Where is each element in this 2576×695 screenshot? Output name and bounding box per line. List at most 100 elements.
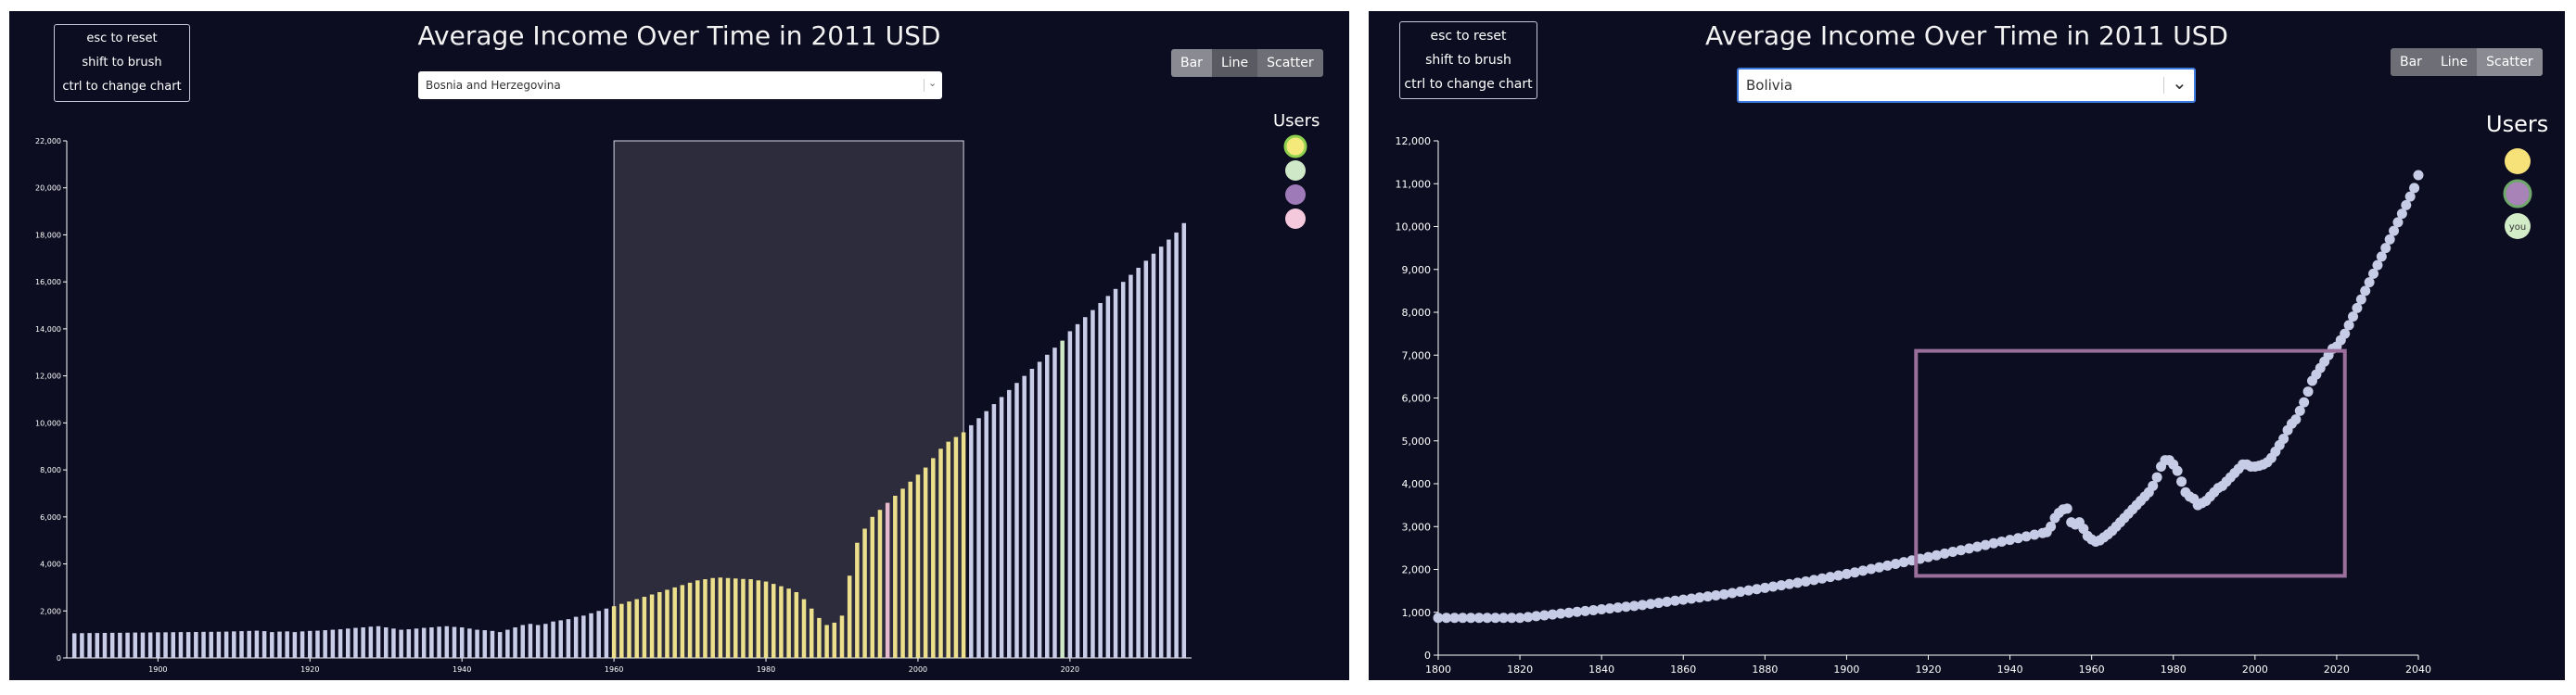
bar[interactable] [513, 627, 517, 658]
bar[interactable] [1098, 303, 1103, 658]
bar[interactable] [984, 411, 988, 658]
bar[interactable] [1113, 288, 1118, 658]
bar[interactable] [1060, 340, 1065, 658]
bar[interactable] [634, 599, 639, 658]
bar[interactable] [87, 633, 92, 658]
bar[interactable] [254, 630, 260, 658]
bar[interactable] [725, 577, 731, 658]
bar[interactable] [931, 458, 936, 658]
bar[interactable] [232, 631, 236, 658]
bar-chart[interactable]: 0 2,000 4,000 6,000 8,000 10,000 12,000 14,000 1… [9, 11, 1349, 680]
bar[interactable] [459, 627, 465, 658]
bar[interactable] [573, 616, 579, 658]
bar[interactable] [817, 617, 822, 658]
bar[interactable] [300, 631, 305, 658]
bar[interactable] [824, 625, 829, 658]
bar[interactable] [156, 632, 160, 658]
bar[interactable] [102, 632, 108, 658]
bar[interactable] [672, 587, 677, 658]
bar[interactable] [490, 630, 495, 658]
bar[interactable] [201, 631, 206, 658]
bar[interactable] [589, 613, 593, 658]
bar[interactable] [452, 626, 457, 658]
bar[interactable] [118, 632, 122, 658]
bar[interactable] [1129, 274, 1133, 658]
bar[interactable] [1052, 348, 1057, 658]
bar[interactable] [976, 418, 981, 658]
bar[interactable] [292, 632, 298, 658]
bar[interactable] [1037, 361, 1042, 658]
bar[interactable] [946, 441, 950, 658]
bar[interactable] [406, 629, 412, 658]
bar[interactable] [938, 449, 943, 658]
bar[interactable] [80, 633, 84, 658]
bar[interactable] [414, 628, 419, 658]
bar[interactable] [756, 580, 761, 658]
bar[interactable] [1151, 253, 1156, 658]
bar[interactable] [1136, 267, 1141, 658]
bar[interactable] [330, 629, 336, 658]
bar[interactable] [391, 628, 396, 658]
bar[interactable] [566, 619, 571, 658]
bar[interactable] [323, 630, 327, 658]
bar[interactable] [1120, 282, 1126, 658]
bar[interactable] [832, 622, 837, 658]
bar[interactable] [862, 528, 867, 659]
data-point[interactable] [2151, 472, 2162, 483]
bar[interactable] [908, 481, 913, 658]
bar[interactable] [779, 586, 784, 658]
bar[interactable] [1167, 239, 1171, 658]
bar[interactable] [741, 578, 746, 658]
bar[interactable] [885, 502, 890, 658]
bar[interactable] [969, 424, 974, 658]
bar[interactable] [399, 629, 403, 658]
bar[interactable] [475, 629, 479, 658]
bar[interactable] [657, 591, 662, 658]
bar[interactable] [923, 467, 928, 658]
bar[interactable] [801, 599, 807, 658]
bar[interactable] [223, 631, 229, 658]
bar[interactable] [786, 588, 791, 658]
bar[interactable] [133, 632, 138, 658]
bar[interactable] [429, 627, 434, 658]
bar[interactable] [733, 578, 738, 658]
bar[interactable] [247, 630, 251, 658]
bar[interactable] [1075, 323, 1080, 658]
bar[interactable] [771, 584, 776, 658]
bar[interactable] [551, 621, 555, 658]
scatter-chart[interactable]: 0 1,000 2,000 3,000 4,000 5,000 6,000 7,000 8,00… [1369, 11, 2565, 680]
bar[interactable] [1181, 222, 1187, 659]
bar[interactable] [893, 495, 898, 658]
bar[interactable] [1158, 246, 1164, 658]
bar[interactable] [163, 632, 168, 658]
bar[interactable] [194, 631, 198, 658]
data-point[interactable] [2413, 170, 2424, 181]
bar[interactable] [687, 582, 693, 658]
data-point[interactable] [2409, 183, 2420, 194]
bar[interactable] [543, 624, 548, 658]
bar[interactable] [1090, 310, 1095, 658]
bar[interactable] [794, 591, 799, 658]
bar[interactable] [961, 432, 966, 658]
bar[interactable] [611, 606, 617, 658]
bar[interactable] [703, 579, 708, 658]
bar[interactable] [376, 626, 381, 658]
bar[interactable] [528, 624, 533, 658]
bar[interactable] [877, 510, 883, 658]
bar[interactable] [239, 631, 244, 658]
bar[interactable] [482, 630, 488, 658]
bar[interactable] [140, 632, 146, 658]
bar[interactable] [999, 397, 1004, 658]
bar[interactable] [171, 632, 175, 658]
bar[interactable] [1067, 331, 1073, 658]
data-point[interactable] [2172, 465, 2183, 476]
bar[interactable] [1174, 232, 1179, 658]
bar[interactable] [345, 628, 351, 658]
bar[interactable] [627, 601, 631, 658]
bar[interactable] [178, 632, 184, 658]
bar[interactable] [649, 594, 655, 658]
bar[interactable] [855, 542, 860, 658]
bar[interactable] [467, 628, 472, 658]
bar[interactable] [1007, 389, 1012, 658]
bar[interactable] [642, 597, 647, 658]
